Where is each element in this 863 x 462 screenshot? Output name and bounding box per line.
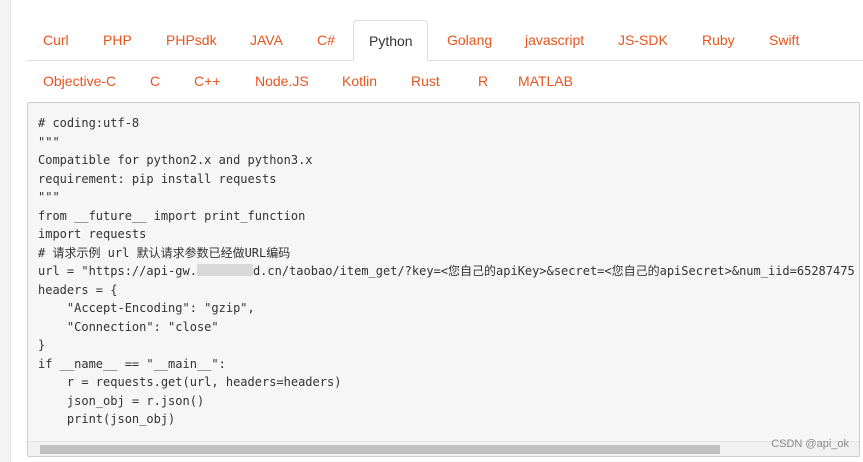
tab-curl[interactable]: Curl: [28, 20, 84, 60]
tab-swift[interactable]: Swift: [754, 20, 814, 60]
tab-js-sdk[interactable]: JS-SDK: [603, 20, 683, 60]
code-line: requirement: pip install requests: [38, 171, 277, 186]
code-line: headers = {: [38, 282, 118, 297]
tab-ruby[interactable]: Ruby: [687, 20, 750, 60]
tab-kotlin[interactable]: Kotlin: [327, 61, 392, 101]
watermark: CSDN @api_ok: [771, 438, 849, 450]
code-line: if __name__ == "__main__":: [38, 356, 226, 371]
horizontal-scrollbar[interactable]: [28, 441, 859, 456]
tab-matlab[interactable]: MATLAB: [503, 61, 588, 101]
url-prefix: url = "https://api-gw.: [38, 264, 197, 278]
code-sample-panel: # coding:utf-8 """ Compatible for python2.…: [27, 102, 860, 457]
code-line-url: url = "https://api-gw. d.cn/taobao/item_g…: [38, 262, 859, 281]
code-line: json_obj = r.json(): [38, 393, 205, 408]
code-line: import requests: [38, 227, 147, 241]
code-line: "Accept-Encoding": "gzip",: [38, 301, 255, 315]
scrollbar-thumb[interactable]: [40, 445, 720, 454]
tab-cpp[interactable]: C++: [179, 61, 235, 101]
url-suffix: d.cn/taobao/item_get/?key=<您自己的apiKey>&s…: [252, 264, 855, 278]
tab-nodejs[interactable]: Node.JS: [240, 61, 324, 101]
language-tabs: Curl PHP PHPsdk JAVA C# Python Golang ja…: [27, 20, 863, 102]
python-code-block[interactable]: # coding:utf-8 """ Compatible for python2.…: [38, 114, 859, 429]
code-line: r = requests.get(url, headers=headers): [38, 375, 342, 389]
code-line: # 请求示例 url 默认请求参数已经做URL编码: [38, 245, 291, 260]
code-line: # coding:utf-8: [38, 116, 140, 130]
code-line: print(json_obj): [38, 412, 176, 426]
tab-row-2: Objective-C C C++ Node.JS Kotlin Rust R …: [27, 61, 863, 102]
code-line: }: [38, 338, 46, 352]
tab-php[interactable]: PHP: [88, 20, 147, 60]
tab-objective-c[interactable]: Objective-C: [28, 61, 131, 101]
tab-java[interactable]: JAVA: [235, 20, 298, 60]
tab-r[interactable]: R: [463, 61, 503, 101]
tab-golang[interactable]: Golang: [432, 20, 507, 60]
code-line: """: [38, 134, 60, 149]
tab-python[interactable]: Python: [353, 20, 428, 61]
tab-javascript[interactable]: javascript: [510, 20, 599, 60]
code-line: Compatible for python2.x and python3.x: [38, 153, 313, 167]
tab-phpsdk[interactable]: PHPsdk: [151, 20, 232, 60]
code-line: """: [38, 190, 60, 204]
tab-rust[interactable]: Rust: [396, 61, 455, 101]
left-rail: [0, 0, 11, 462]
code-line: from __future__ import print_function: [38, 208, 306, 223]
tab-csharp[interactable]: C#: [302, 20, 350, 60]
redacted-domain: [196, 264, 253, 276]
code-line: "Connection": "close": [38, 319, 219, 334]
tab-c[interactable]: C: [135, 61, 175, 101]
tab-row-1: Curl PHP PHPsdk JAVA C# Python Golang ja…: [27, 20, 863, 61]
